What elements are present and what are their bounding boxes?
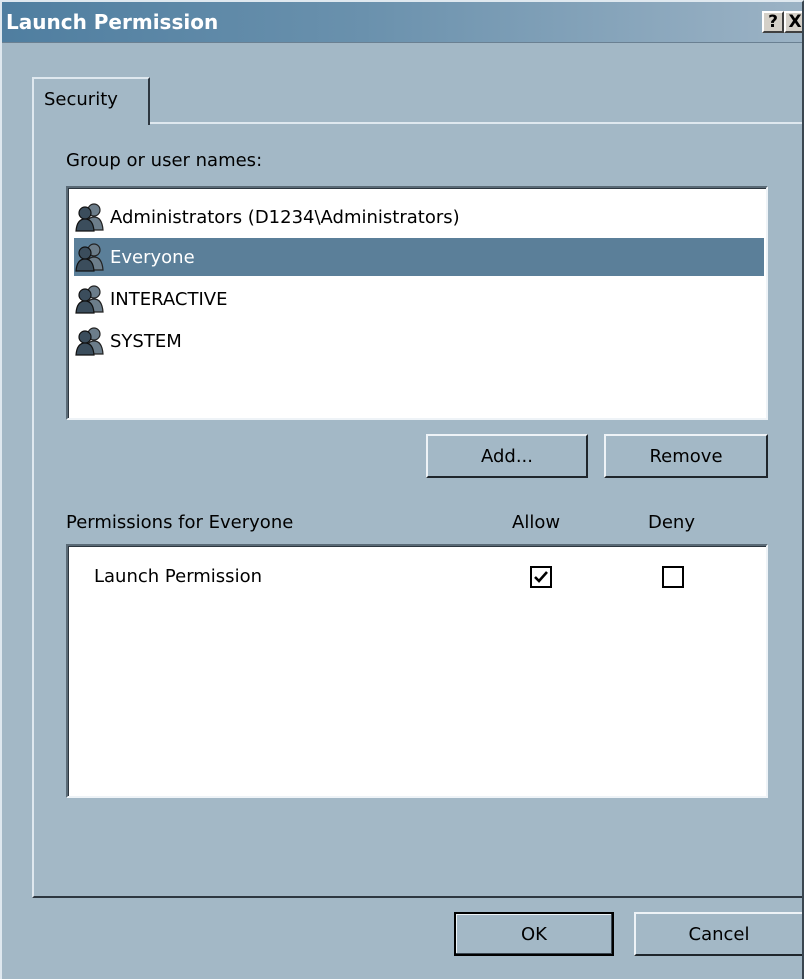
ok-button[interactable]: OK <box>454 912 614 956</box>
list-item-interactive[interactable]: INTERACTIVE <box>74 280 764 318</box>
title-bar[interactable]: Launch Permission ? X <box>2 2 802 43</box>
deny-column-header: Deny <box>648 512 695 533</box>
cancel-button[interactable]: Cancel <box>634 912 802 956</box>
group-users-icon <box>74 326 106 356</box>
list-item-label: Everyone <box>110 246 195 268</box>
tab-security[interactable]: Security <box>32 77 150 125</box>
close-button[interactable]: X <box>784 11 802 33</box>
ok-button-label: OK <box>521 923 547 945</box>
group-names-label: Group or user names: <box>66 150 263 171</box>
list-item-label: Administrators (D1234\Administrators) <box>110 206 460 228</box>
group-user-list[interactable]: Administrators (D1234\Administrators) Ev… <box>66 186 768 420</box>
permissions-list: Launch Permission <box>66 544 768 798</box>
cancel-button-label: Cancel <box>688 923 750 945</box>
deny-checkbox[interactable] <box>662 566 684 588</box>
list-item-administrators[interactable]: Administrators (D1234\Administrators) <box>74 198 764 236</box>
launch-permission-dialog: Launch Permission ? X Security Group or … <box>0 0 804 979</box>
list-item-everyone[interactable]: Everyone <box>74 238 764 276</box>
help-button[interactable]: ? <box>762 11 784 33</box>
allow-checkbox[interactable] <box>530 566 552 588</box>
add-button-label: Add... <box>480 445 533 467</box>
permission-row-label: Launch Permission <box>94 566 262 587</box>
group-users-icon <box>74 242 106 272</box>
checkmark-icon <box>534 571 548 583</box>
tab-security-label: Security <box>44 89 118 110</box>
group-users-icon <box>74 202 106 232</box>
group-users-icon <box>74 284 106 314</box>
remove-button[interactable]: Remove <box>604 434 768 478</box>
remove-button-label: Remove <box>649 445 723 467</box>
window-title: Launch Permission <box>6 10 219 34</box>
allow-column-header: Allow <box>512 512 561 533</box>
permissions-label: Permissions for Everyone <box>66 512 294 533</box>
add-button[interactable]: Add... <box>426 434 588 478</box>
list-item-system[interactable]: SYSTEM <box>74 322 764 360</box>
list-item-label: INTERACTIVE <box>110 288 228 310</box>
list-item-label: SYSTEM <box>110 330 182 352</box>
